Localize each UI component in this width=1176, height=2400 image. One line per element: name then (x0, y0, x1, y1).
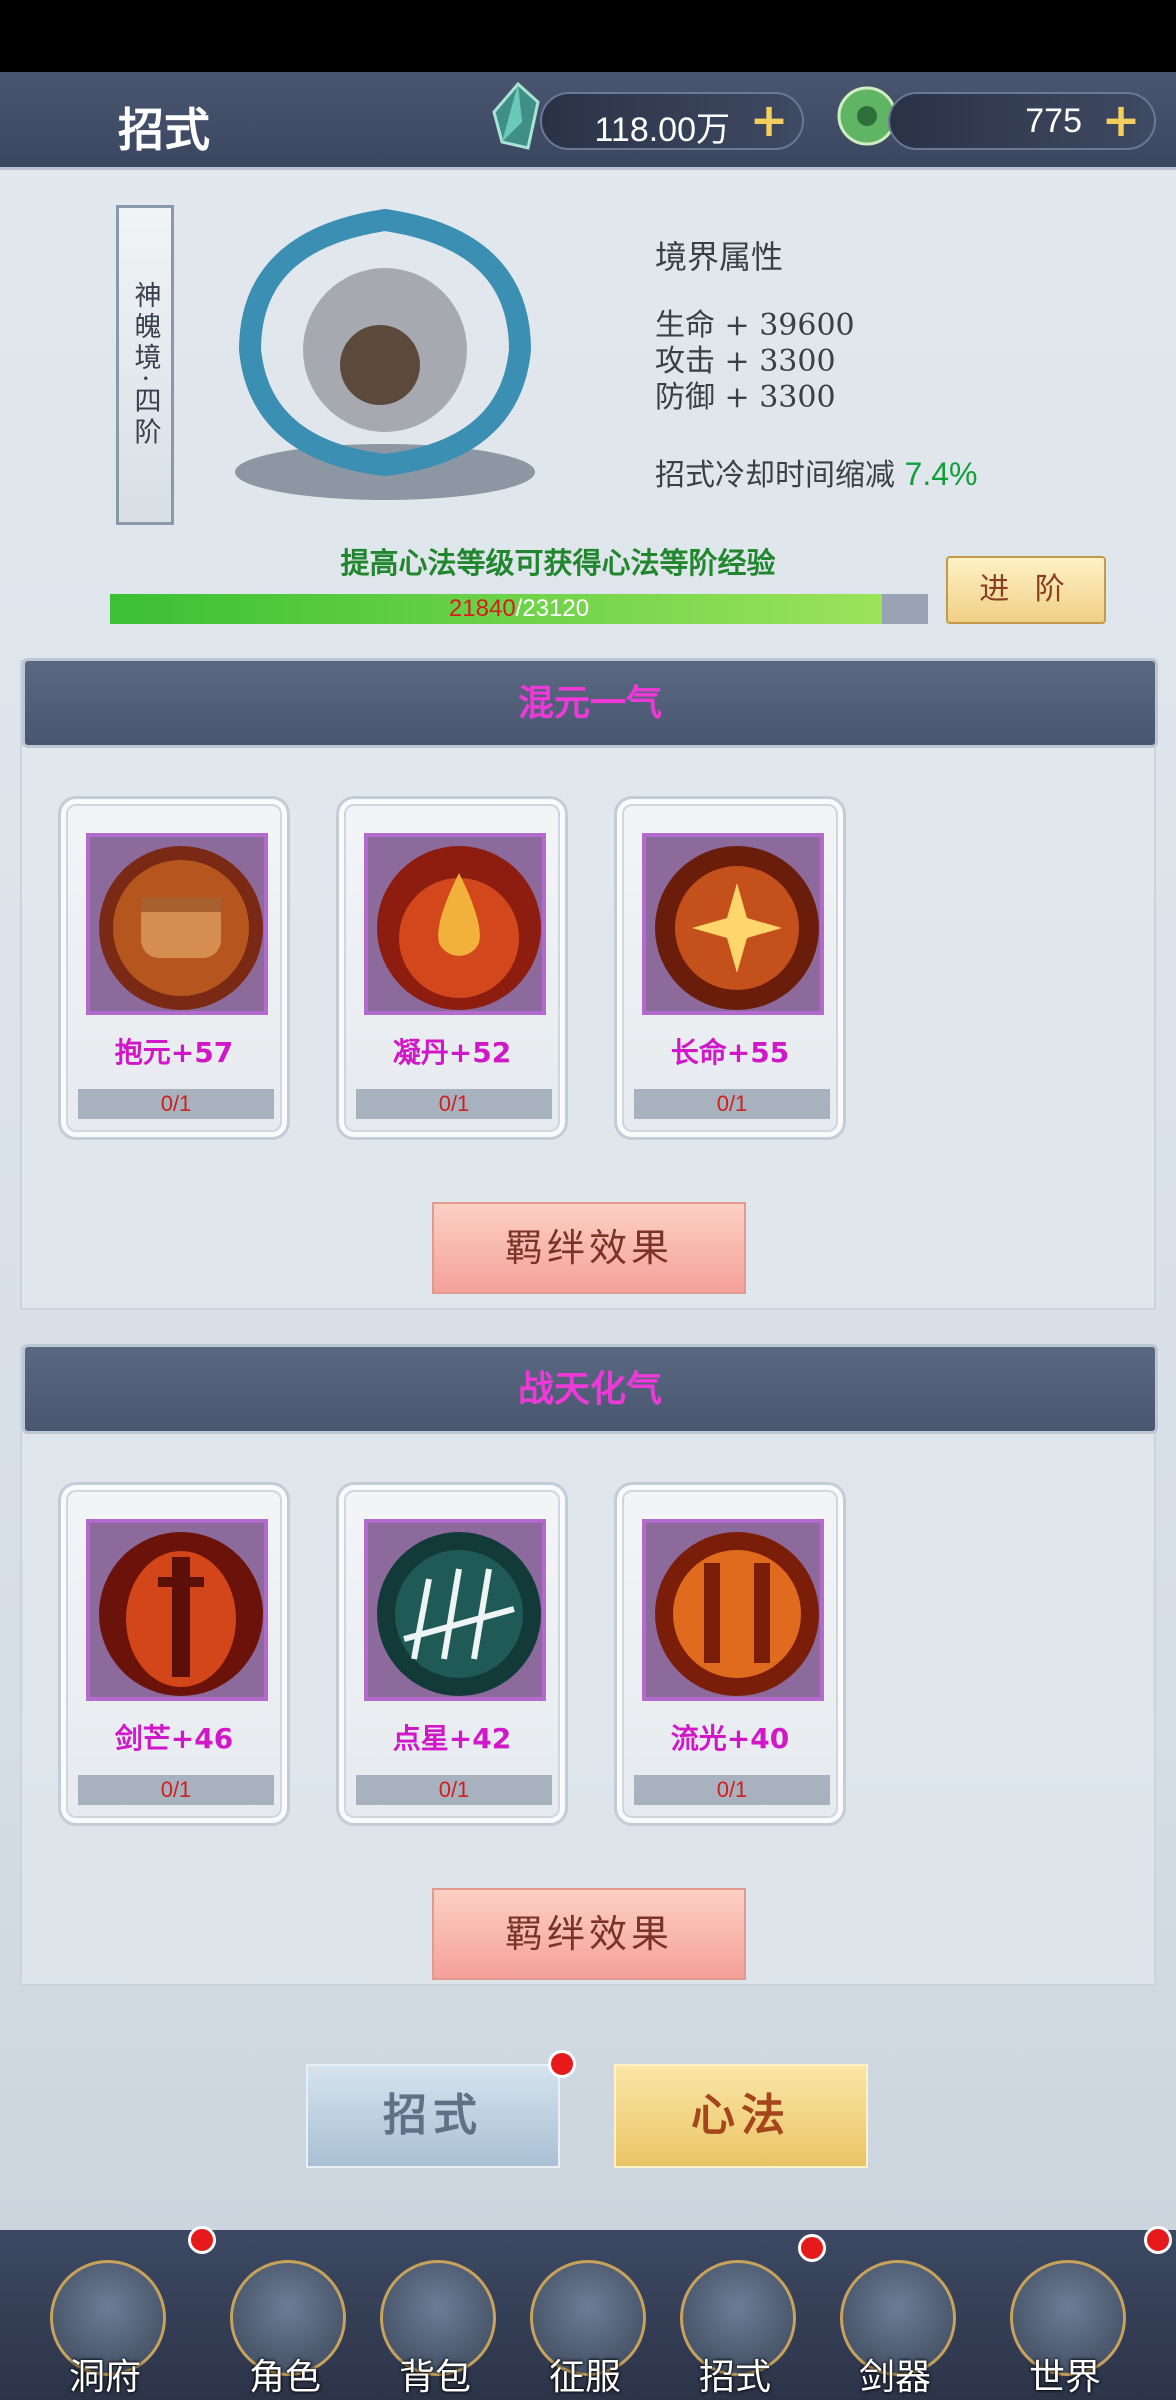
cooldown-reduction: 招式冷却时间缩减 7.4% (655, 450, 977, 494)
notification-dot (548, 2050, 576, 2078)
skill-card[interactable]: 点星+42 0/1 (336, 1482, 568, 1826)
top-bar: 招式 118.00万 + 775 + (0, 72, 1176, 170)
exp-total: /23120 (515, 595, 590, 622)
currency-jade: 775 + (888, 92, 1156, 150)
nav-label: 背包 (398, 2357, 471, 2398)
exp-progress-text: 21840/23120 (110, 594, 928, 624)
nav-label: 角色 (248, 2357, 321, 2398)
drop-icon (364, 833, 546, 1015)
skill-count: 0/1 (356, 1775, 552, 1805)
skill-count: 0/1 (78, 1775, 274, 1805)
status-bar (0, 0, 1176, 72)
sword-icon (86, 1519, 268, 1701)
page-title: 招式 (118, 103, 210, 157)
skill-count: 0/1 (634, 1775, 830, 1805)
crystal-icon (492, 82, 540, 150)
skill-label: 点星+42 (392, 1722, 512, 1755)
skill-label: 流光+40 (670, 1722, 790, 1755)
nav-item-bag[interactable]: 背包 (360, 2230, 510, 2400)
nav-label: 洞府 (68, 2357, 141, 2398)
nav-label: 征服 (548, 2357, 621, 2398)
tab-method[interactable]: 心法 (614, 2064, 868, 2168)
skill-count: 0/1 (78, 1089, 274, 1119)
skill-card[interactable]: 抱元+57 0/1 (58, 796, 290, 1140)
nav-item-cave[interactable]: 洞府 (30, 2230, 180, 2400)
realm-badge: 神魄境·四阶 (116, 205, 174, 525)
notification-dot (798, 2234, 826, 2262)
section-title-2: 战天化气 (22, 1344, 1158, 1434)
realm-attr-title: 境界属性 (655, 238, 784, 276)
skill-card[interactable]: 长命+55 0/1 (614, 796, 846, 1140)
skill-section-1: 混元一气 抱元+57 0/1 凝丹+52 0/1 长命+55 0/1 羁绊效果 (20, 658, 1158, 1310)
currency-crystal-value: 118.00万 (594, 111, 730, 149)
attr-defense: 防御 + 3300 (655, 380, 836, 415)
notification-dot (188, 2226, 216, 2254)
nav-item-world[interactable]: 世界 (990, 2230, 1140, 2400)
burst-icon (642, 833, 824, 1015)
slash-icon (364, 1519, 546, 1701)
tab-moves[interactable]: 招式 (306, 2064, 560, 2168)
exp-current: 21840 (448, 595, 516, 622)
skill-count: 0/1 (356, 1089, 552, 1119)
nav-item-character[interactable]: 角色 (210, 2230, 360, 2400)
section-title-1: 混元一气 (22, 658, 1158, 748)
skill-label: 抱元+57 (114, 1036, 234, 1069)
skill-card[interactable]: 流光+40 0/1 (614, 1482, 846, 1826)
add-jade-button[interactable]: + (1098, 97, 1144, 144)
add-crystal-button[interactable]: + (746, 97, 792, 144)
nav-item-sword[interactable]: 剑器 (820, 2230, 970, 2400)
cooldown-value: 7.4% (904, 456, 978, 492)
skill-card[interactable]: 剑芒+46 0/1 (58, 1482, 290, 1826)
bond-effect-button[interactable]: 羁绊效果 (432, 1888, 746, 1980)
cooldown-label: 招式冷却时间缩减 (655, 458, 895, 493)
bottom-nav: 洞府 角色 背包 征服 招式 剑器 世界 (0, 2230, 1176, 2400)
skill-label: 凝丹+52 (392, 1036, 512, 1069)
nav-item-conquer[interactable]: 征服 (510, 2230, 660, 2400)
skill-label: 长命+55 (670, 1036, 790, 1069)
advance-button[interactable]: 进 阶 (946, 556, 1106, 624)
notification-dot (1144, 2226, 1172, 2254)
skill-card[interactable]: 凝丹+52 0/1 (336, 796, 568, 1140)
skill-label: 剑芒+46 (114, 1722, 234, 1755)
twin-swords-icon (642, 1519, 824, 1701)
currency-crystal: 118.00万 + (540, 92, 804, 150)
bond-effect-button[interactable]: 羁绊效果 (432, 1202, 746, 1294)
skill-count: 0/1 (634, 1089, 830, 1119)
currency-jade-value: 775 (1025, 102, 1082, 140)
nav-label: 招式 (698, 2357, 771, 2398)
nav-item-moves[interactable]: 招式 (660, 2230, 810, 2400)
skill-section-2: 战天化气 剑芒+46 0/1 点星+42 0/1 流光+40 0/1 羁绊效果 (20, 1344, 1158, 1986)
realm-emblem-icon (235, 208, 535, 500)
fist-icon (86, 833, 268, 1015)
nav-label: 世界 (1028, 2357, 1101, 2398)
nav-label: 剑器 (858, 2357, 931, 2398)
exp-progress-bar: 21840/23120 (110, 594, 928, 624)
